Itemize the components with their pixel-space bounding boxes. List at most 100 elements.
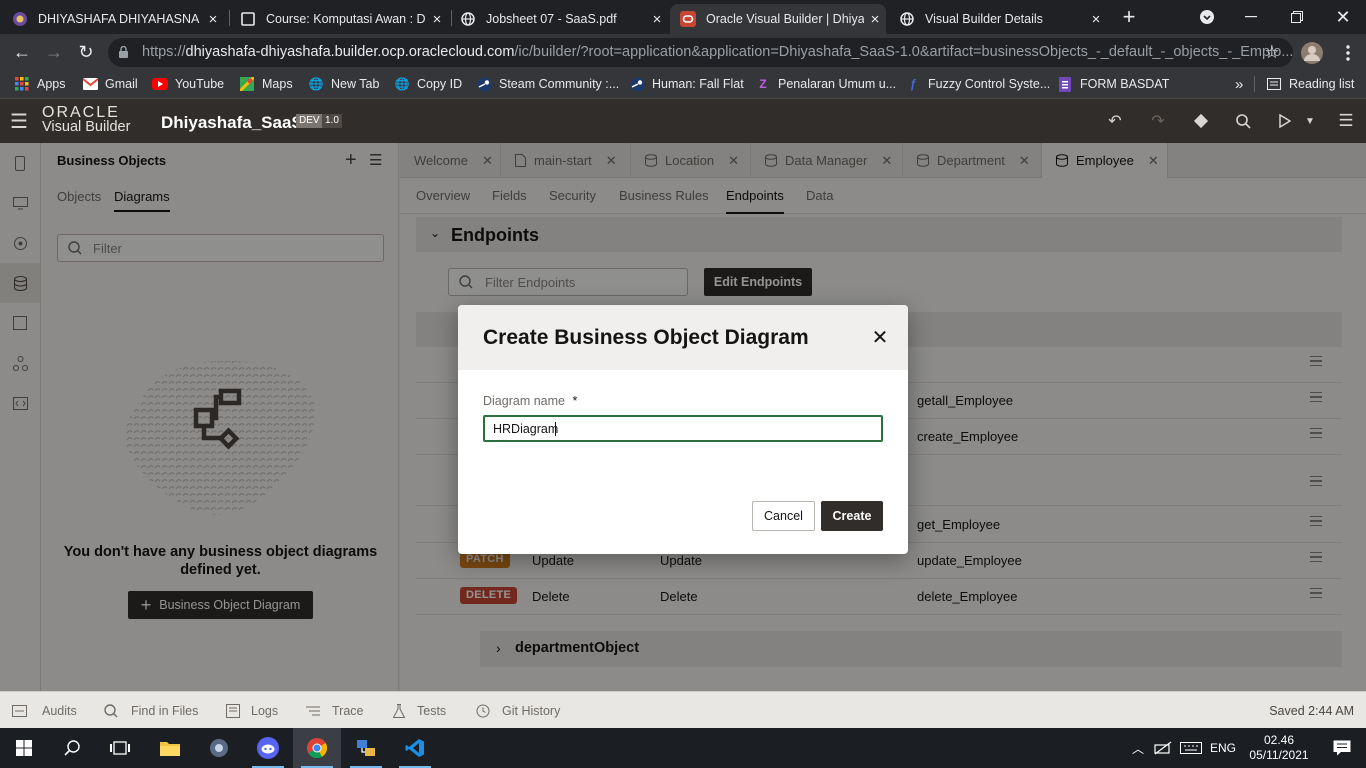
windows-start-icon[interactable]: [0, 728, 48, 768]
dialog-header: Create Business Object Diagram ✕: [458, 305, 908, 370]
gmail-icon: [82, 76, 98, 92]
bookmark-copy-id[interactable]: 🌐 Copy ID: [394, 71, 463, 97]
find-in-files-button[interactable]: Find in Files: [104, 692, 198, 729]
browser-tab-active[interactable]: Oracle Visual Builder | Dhiyas ×: [670, 4, 886, 34]
close-icon[interactable]: ✕: [870, 327, 890, 349]
apps-grid-icon: [14, 76, 30, 92]
browser-tab[interactable]: Course: Komputasi Awan : Di ×: [240, 4, 448, 34]
browser-tab[interactable]: DHIYASHAFA DHIYAHASNA H ×: [12, 4, 224, 34]
task-view-icon[interactable]: [96, 728, 144, 768]
lock-icon: [118, 38, 129, 67]
chevron-down-icon[interactable]: ▼: [1295, 99, 1325, 143]
forward-arrow-icon[interactable]: →: [38, 34, 70, 71]
redo-icon[interactable]: ↷: [1143, 99, 1173, 143]
bookmark-human-fall-flat[interactable]: Human: Fall Flat: [629, 71, 744, 97]
bookmark-label: Gmail: [105, 77, 138, 91]
undo-icon[interactable]: ↶: [1100, 99, 1130, 143]
bookmark-apps[interactable]: Apps: [14, 71, 66, 97]
browser-tab-title: Visual Builder Details: [925, 12, 1043, 26]
browser-tab[interactable]: Jobsheet 07 - SaaS.pdf ×: [460, 4, 668, 34]
status-label: Find in Files: [131, 703, 199, 718]
new-tab-button[interactable]: +: [1106, 0, 1152, 34]
audits-icon: [12, 704, 27, 717]
tab-search-icon[interactable]: [1184, 0, 1230, 34]
bookmark-label: Fuzzy Control Syste...: [928, 77, 1051, 91]
status-label: Logs: [251, 703, 279, 718]
required-mark: *: [572, 394, 578, 408]
search-icon[interactable]: [1228, 99, 1258, 143]
discord-icon[interactable]: [244, 728, 292, 768]
audits-button[interactable]: Audits: [12, 692, 77, 729]
close-window-icon[interactable]: ✕: [1320, 0, 1366, 34]
globe-icon: 🌐: [394, 77, 410, 91]
saved-status: Saved 2:44 AM: [1269, 703, 1354, 718]
search-icon[interactable]: [48, 728, 96, 768]
bookmark-penalaran[interactable]: Z Penalaran Umum u...: [755, 71, 896, 97]
bookmark-maps[interactable]: Maps: [239, 71, 293, 97]
browser-tab[interactable]: Visual Builder Details ×: [899, 4, 1107, 34]
notification-icon[interactable]: [1318, 728, 1366, 768]
trace-button[interactable]: Trace: [306, 692, 364, 729]
language-indicator[interactable]: ENG: [1206, 728, 1240, 768]
clock[interactable]: 02.46 05/11/2021: [1242, 728, 1316, 768]
hamburger-menu-icon[interactable]: ☰: [4, 99, 34, 143]
maps-icon: [239, 76, 255, 92]
vscode-icon[interactable]: [391, 728, 439, 768]
bookmark-label: Steam Community :...: [499, 77, 620, 91]
git-history-button[interactable]: Git History: [476, 692, 560, 729]
bookmark-youtube[interactable]: YouTube: [152, 71, 224, 97]
bookmark-new-tab[interactable]: 🌐 New Tab: [308, 71, 380, 97]
oracle-icon: [680, 11, 696, 27]
keyboard-icon[interactable]: [1178, 728, 1204, 768]
minimize-icon[interactable]: [1228, 0, 1274, 34]
diagram-name-input[interactable]: HRDiagram: [483, 415, 883, 442]
close-icon[interactable]: ×: [646, 11, 668, 28]
reload-icon[interactable]: ↻: [70, 34, 102, 71]
url-path: /ic/builder/?root=application&applicatio…: [514, 44, 1293, 60]
create-button[interactable]: Create: [821, 501, 883, 531]
bookmark-star-icon[interactable]: ☆: [1256, 34, 1288, 71]
chevron-up-icon[interactable]: ︿: [1126, 728, 1150, 768]
settings-app-icon[interactable]: [195, 728, 243, 768]
close-icon[interactable]: ×: [1085, 11, 1107, 28]
tests-button[interactable]: Tests: [393, 692, 446, 729]
dialog-title: Create Business Object Diagram: [483, 326, 809, 349]
bookmark-gmail[interactable]: Gmail: [82, 71, 138, 97]
status-label: Audits: [42, 703, 77, 718]
file-explorer-icon[interactable]: [146, 728, 194, 768]
chrome-menu-icon[interactable]: [1332, 34, 1364, 71]
chrome-icon[interactable]: [293, 728, 341, 768]
network-icon[interactable]: [1150, 728, 1176, 768]
bookmark-label: YouTube: [175, 77, 225, 91]
profile-avatar[interactable]: [1296, 34, 1328, 71]
zenius-icon: Z: [759, 77, 767, 91]
network-app-icon[interactable]: [342, 728, 390, 768]
close-icon[interactable]: ×: [426, 11, 448, 28]
cancel-button[interactable]: Cancel: [752, 501, 815, 531]
browser-tab-title: Jobsheet 07 - SaaS.pdf: [486, 12, 617, 26]
bookmark-form-basdat[interactable]: FORM BASDAT: [1057, 71, 1169, 97]
flask-icon: [393, 703, 405, 718]
menu-lines-icon[interactable]: ☰: [1331, 99, 1361, 143]
globe-icon: 🌐: [308, 77, 324, 91]
close-icon[interactable]: ×: [864, 11, 886, 28]
logo-line1: ORACLE: [42, 104, 120, 121]
address-bar[interactable]: https://dhiyashafa-dhiyashafa.builder.oc…: [108, 38, 1293, 67]
close-icon[interactable]: ×: [202, 11, 224, 28]
restore-icon[interactable]: [1274, 0, 1320, 34]
more-bookmarks-icon[interactable]: »: [1235, 71, 1243, 97]
url-domain: dhiyashafa-dhiyashafa.builder.ocp.oracle…: [185, 44, 515, 60]
reading-list-button[interactable]: Reading list: [1266, 71, 1354, 97]
logs-button[interactable]: Logs: [226, 692, 278, 729]
bookmark-fuzzy-control[interactable]: ƒ Fuzzy Control Syste...: [905, 71, 1051, 97]
bookmark-steam[interactable]: Steam Community :...: [476, 71, 619, 97]
steam-icon: [476, 76, 492, 92]
app-name[interactable]: Dhiyashafa_SaaS: [161, 113, 303, 133]
git-icon[interactable]: [1186, 99, 1216, 143]
vb-status-bar: Audits Find in Files Logs Trace Tests Gi…: [0, 691, 1366, 728]
clock-date: 05/11/2021: [1249, 748, 1309, 762]
back-arrow-icon[interactable]: ←: [6, 34, 38, 71]
bookmark-label: Human: Fall Flat: [652, 77, 744, 91]
field-label: Diagram name: [483, 394, 565, 408]
vb-header: ☰ ORACLE Visual Builder Dhiyashafa_SaaS …: [0, 99, 1366, 143]
